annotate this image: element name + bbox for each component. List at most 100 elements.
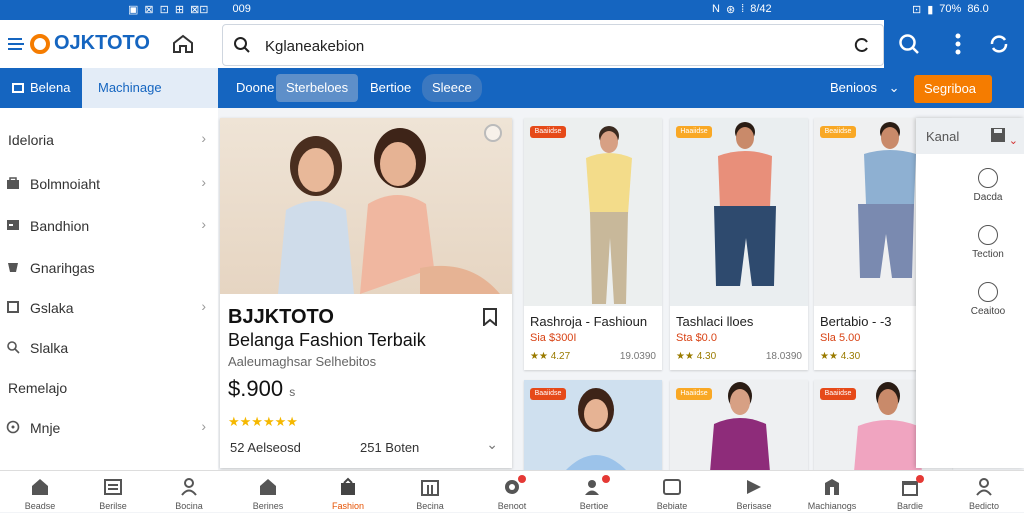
bottom-nav-item[interactable]: Bocina [155,475,223,513]
chevron-down-icon: ⌄ [888,80,900,95]
nav-tab-machinage[interactable]: Machinage [82,68,218,108]
hero-price-value: $.900 [228,376,284,401]
nav-cta-button[interactable]: Segriboa [914,75,992,103]
status-icons-left: ▣ ⊠ ⊡ ⊞ ⊠⊡ 009 [128,3,251,16]
chevron-right-icon: › [201,298,206,314]
bottom-nav-item[interactable]: Bebiate [638,475,706,513]
bottom-nav-item[interactable]: Berisase [720,475,788,513]
bottom-nav-item[interactable]: Berines [234,475,302,513]
home-icon [260,479,276,495]
side-panel: Kanal ⌄ Dacda Tection Ceaitoo [916,118,1024,468]
nav-tab-sleece[interactable]: Sleece [422,74,482,102]
bottom-nav-item[interactable]: Beadse [6,475,74,513]
bottom-nav-label: Beadse [24,501,56,511]
bottom-nav-label: Berilse [99,501,127,511]
search-input[interactable] [265,33,825,59]
product-badge: Beaiidse [820,126,856,138]
nav-tab-sterbeloes[interactable]: Sterbeloes [276,74,359,102]
hero-price: $.900 s [228,376,295,402]
product-badge: Haaiidse [676,388,712,400]
chevron-right-icon: › [201,418,206,434]
status-icon: ⊠⊡ [190,4,209,16]
chevron-right-icon: › [201,130,206,146]
sidebar-item-label: Bolmnoiaht [30,176,101,192]
bottom-nav-item[interactable]: Berilse [79,475,147,513]
nav-tab-bertioe[interactable]: Bertioe [360,74,421,102]
hero-image [220,118,512,294]
product-card[interactable]: Baaiidse Rashroja - Fashioun Sia $300I ★… [524,118,662,370]
bottom-nav-item[interactable]: Bertioe [560,475,628,513]
tablet-icon [12,83,24,93]
status-clock: 8/42 [750,3,772,15]
product-title: Bertabio - -3 [820,314,892,329]
hero-rating-stars: ★★★★★★ [228,414,298,429]
user-icon [181,478,197,496]
bag-icon [7,177,19,189]
favorite-button[interactable] [484,124,502,142]
home-icon[interactable] [172,34,194,54]
side-panel-item[interactable]: Ceaitoo [916,282,1024,332]
bottom-nav-item[interactable]: Bardie [876,475,944,513]
bag-icon [341,477,355,495]
play-icon [747,480,761,494]
header-actions [884,20,1024,68]
bottom-nav-item-active[interactable]: Fashion [314,475,382,513]
refresh-icon[interactable] [853,36,871,54]
sync-icon[interactable] [988,33,1010,55]
sidebar-item-label: Ideloria [8,132,54,148]
save-icon[interactable] [990,127,1006,143]
bottom-nav-item[interactable]: Becina [396,475,464,513]
chevron-down-icon: ⌄ [1008,135,1018,147]
side-panel-item[interactable]: Dacda [916,168,1024,218]
bottom-nav-label: Bardie [896,501,923,511]
sidebar-item-ideloria[interactable]: Ideloria › [0,120,218,160]
sidebar-item-label: Gslaka [30,300,74,316]
shop-icon [421,480,439,496]
notification-dot [518,475,526,483]
app-logo[interactable]: OJKTOTO [8,32,150,55]
search-bar [222,24,884,66]
nav-tab-belena[interactable]: Belena [0,68,82,108]
bottom-nav-label: Bocina [175,501,203,511]
bottom-nav-item[interactable]: Machianogs [798,475,866,513]
category-sidebar: Ideloria › Bolmnoiaht › Bandhion › Gnari… [0,108,218,470]
sidebar-item-gnarihgas[interactable]: Gnarihgas [0,248,218,288]
product-price: Sta $0.0 [676,332,717,344]
hero-sold-count: 251 Boten [360,440,420,455]
sidebar-item-label: Bandhion [30,218,90,234]
people-icon [978,225,998,245]
bottom-nav-label: Fashion [331,501,365,511]
side-panel-item[interactable]: Tection [916,225,1024,275]
sidebar-item-remelajo[interactable]: Remelajo [0,368,218,408]
hero-price-suffix: s [289,385,296,399]
chevron-down-icon[interactable]: ⌄ [486,436,498,453]
product-title: Rashroja - Fashioun [530,314,648,329]
sidebar-item-slalka[interactable]: Slalka [0,328,218,368]
bottom-nav-item[interactable]: Benoot [478,475,546,513]
wifi-icon: ⊛ [725,4,736,16]
sidebar-item-mnje[interactable]: Mnje › [0,408,218,448]
box-icon [7,301,19,313]
search-icon[interactable] [898,33,920,55]
product-card[interactable]: Haaiidse Tashlaci lloes Sta $0.0 ★★ 4.30… [670,118,808,370]
product-card[interactable]: Baaiidse [524,380,662,472]
bookmark-icon[interactable] [482,308,498,326]
product-badge: Baaiidse [530,388,566,400]
product-card[interactable]: Haaiidse [670,380,808,472]
bottom-nav-label: Berisase [736,501,772,511]
hero-product-card[interactable]: BJJKTOTO Belanga Fashion Terbaik Aaleuma… [220,118,512,468]
search-icon[interactable] [233,36,251,54]
more-vertical-icon[interactable] [954,33,962,55]
list-icon [104,479,122,495]
group-icon [978,282,998,302]
sidebar-item-gslaka[interactable]: Gslaka › [0,288,218,328]
nav-dropdown[interactable]: Benioos ⌄ [820,74,910,102]
sidebar-item-bandhion[interactable]: Bandhion › [0,206,218,246]
bottom-nav-item[interactable]: Bedicto [950,475,1018,513]
bottom-nav-label: Becina [416,501,444,511]
sidebar-item-bolmnoiaht[interactable]: Bolmnoiaht › [0,164,218,204]
building-icon [825,479,839,495]
clock-icon [6,420,20,434]
cup-icon [8,263,18,272]
card-icon [663,479,681,495]
